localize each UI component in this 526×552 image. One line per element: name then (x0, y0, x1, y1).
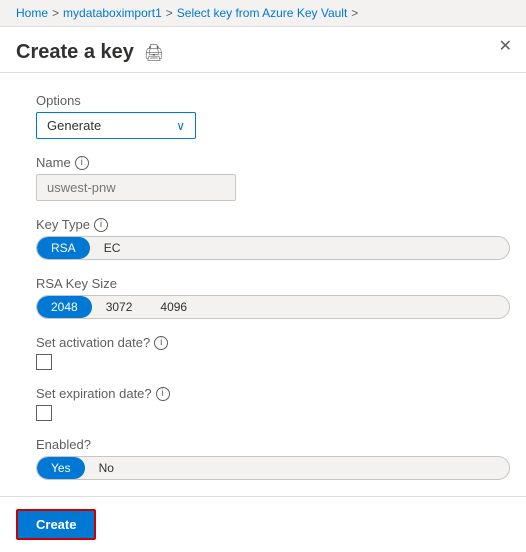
enabled-field: Enabled? Yes No (36, 437, 510, 480)
close-button[interactable]: ✕ (499, 36, 512, 56)
expiration-date-field: Set expiration date? i (36, 386, 510, 421)
options-dropdown[interactable]: Generate ∨ (36, 112, 196, 139)
expiration-date-checkbox-wrapper (36, 405, 510, 421)
create-button[interactable]: Create (16, 509, 96, 540)
options-field: Options Generate ∨ (36, 93, 510, 139)
name-field: Name i (36, 155, 510, 201)
key-type-rsa-button[interactable]: RSA (37, 237, 90, 259)
rsa-key-size-3072-button[interactable]: 3072 (92, 296, 147, 318)
name-input[interactable] (36, 174, 236, 201)
key-type-field: Key Type i RSA EC (36, 217, 510, 260)
breadcrumb-sep-3: > (351, 6, 358, 20)
activation-date-info-icon[interactable]: i (154, 336, 168, 350)
expiration-date-info-icon[interactable]: i (156, 387, 170, 401)
expiration-date-label: Set expiration date? i (36, 386, 510, 401)
create-key-panel: Home > mydataboximport1 > Select key fro… (0, 0, 526, 552)
breadcrumb-sep-2: > (166, 6, 173, 20)
name-label: Name i (36, 155, 510, 170)
enabled-yes-button[interactable]: Yes (37, 457, 85, 479)
breadcrumb-select-key[interactable]: Select key from Azure Key Vault (177, 6, 348, 20)
enabled-label: Enabled? (36, 437, 510, 452)
expiration-date-checkbox[interactable] (36, 405, 52, 421)
rsa-key-size-field: RSA Key Size 2048 3072 4096 (36, 276, 510, 319)
rsa-key-size-2048-button[interactable]: 2048 (37, 296, 92, 318)
activation-date-field: Set activation date? i (36, 335, 510, 370)
activation-date-checkbox-wrapper (36, 354, 510, 370)
breadcrumb: Home > mydataboximport1 > Select key fro… (0, 0, 526, 27)
enabled-toggle-group: Yes No (36, 456, 510, 480)
breadcrumb-mydatabox[interactable]: mydataboximport1 (63, 6, 162, 20)
panel-header: Create a key 🖨 ✕ (0, 27, 526, 73)
rsa-key-size-4096-button[interactable]: 4096 (146, 296, 201, 318)
key-type-label: Key Type i (36, 217, 510, 232)
page-title: Create a key (16, 41, 134, 64)
activation-date-checkbox[interactable] (36, 354, 52, 370)
key-type-toggle-group: RSA EC (36, 236, 510, 260)
print-icon[interactable]: 🖨 (144, 43, 164, 63)
panel-body: Options Generate ∨ Name i Key Type i RSA (0, 73, 526, 496)
options-value: Generate (47, 118, 101, 133)
key-type-ec-button[interactable]: EC (90, 237, 135, 259)
breadcrumb-home[interactable]: Home (16, 6, 48, 20)
enabled-no-button[interactable]: No (85, 457, 128, 479)
activation-date-label: Set activation date? i (36, 335, 510, 350)
key-type-info-icon[interactable]: i (94, 218, 108, 232)
rsa-key-size-label: RSA Key Size (36, 276, 510, 291)
chevron-down-icon: ∨ (176, 119, 185, 133)
panel-footer: Create (0, 496, 526, 552)
options-label: Options (36, 93, 510, 108)
rsa-key-size-toggle-group: 2048 3072 4096 (36, 295, 510, 319)
breadcrumb-sep-1: > (52, 6, 59, 20)
name-info-icon[interactable]: i (75, 156, 89, 170)
